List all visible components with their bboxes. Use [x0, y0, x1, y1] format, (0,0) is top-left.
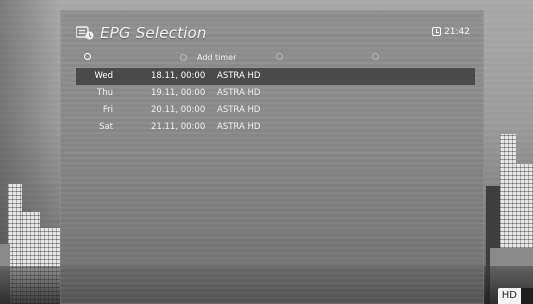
day-label: Sat	[99, 122, 113, 132]
page-title: EPG Selection	[100, 24, 207, 42]
channel-name: ASTRA HD	[217, 71, 261, 81]
blue-button[interactable]	[372, 53, 389, 60]
channel-name: ASTRA HD	[217, 88, 261, 98]
building	[8, 184, 22, 304]
channel-name: ASTRA HD	[217, 122, 261, 132]
datetime: 20.11, 00:00	[151, 105, 206, 115]
datetime: 21.11, 00:00	[151, 122, 206, 132]
yellow-dot-icon	[276, 53, 283, 60]
day-label: Thu	[97, 88, 113, 98]
epg-list-icon	[76, 26, 94, 40]
building	[486, 186, 500, 304]
list-item[interactable]: Thu 19.11, 00:00 ASTRA HD	[76, 85, 475, 102]
green-dot-icon	[180, 54, 187, 61]
list-item[interactable]: Sat 21.11, 00:00 ASTRA HD	[76, 119, 475, 136]
hd-badge: HD	[497, 288, 521, 304]
day-label: Fri	[102, 105, 113, 115]
building	[516, 164, 533, 304]
list-item[interactable]: Fri 20.11, 00:00 ASTRA HD	[76, 102, 475, 119]
red-dot-icon	[84, 53, 91, 60]
blue-dot-icon	[372, 53, 379, 60]
day-label: Wed	[94, 71, 113, 81]
yellow-button[interactable]	[276, 53, 293, 60]
add-timer-label: Add timer	[197, 53, 237, 62]
list-item[interactable]: Wed 18.11, 00:00 ASTRA HD	[76, 68, 475, 85]
background-shade	[0, 0, 60, 304]
add-timer-button[interactable]: Add timer	[180, 53, 236, 62]
building	[40, 228, 60, 304]
epg-panel: EPG Selection 21:42 Add timer Wed 18.11,…	[60, 10, 484, 304]
clock: 21:42	[432, 27, 470, 37]
clock-time: 21:42	[444, 27, 470, 37]
channel-name: ASTRA HD	[217, 105, 261, 115]
red-button[interactable]	[84, 53, 101, 60]
epg-list: Wed 18.11, 00:00 ASTRA HD Thu 19.11, 00:…	[76, 68, 475, 136]
building	[500, 134, 516, 304]
building	[0, 244, 10, 304]
epg-header: EPG Selection 21:42	[60, 10, 484, 48]
building	[22, 212, 40, 304]
hd-badge-tail	[521, 288, 533, 304]
clock-icon	[432, 27, 442, 36]
datetime: 19.11, 00:00	[151, 88, 206, 98]
color-button-bar: Add timer	[78, 53, 474, 67]
datetime: 18.11, 00:00	[151, 71, 206, 81]
